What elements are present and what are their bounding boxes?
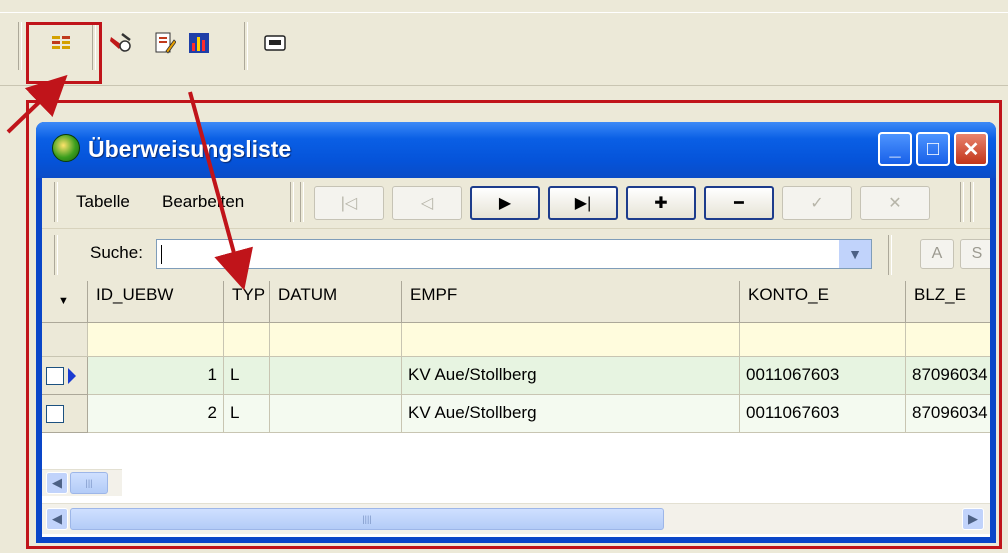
search-bar: Suche: ▼ A S bbox=[42, 229, 990, 281]
minimize-button[interactable]: _ bbox=[878, 132, 912, 166]
column-header-id_uebw[interactable]: ID_UEBW bbox=[88, 281, 224, 323]
close-button[interactable]: ✕ bbox=[954, 132, 988, 166]
edit-document-icon[interactable] bbox=[152, 30, 178, 56]
filter-row-selector bbox=[42, 323, 88, 357]
grid-cell-empf[interactable]: KV Aue/Stollberg bbox=[402, 357, 740, 395]
data-grid: ▼ ID_UEBW TYP DATUM EMPF KONTO_E BLZ_E 1 L KV A… bbox=[42, 281, 990, 537]
menu-grip[interactable] bbox=[54, 182, 58, 222]
dialog-icon[interactable] bbox=[262, 30, 288, 56]
scroll-left-icon[interactable]: ◀ bbox=[46, 508, 68, 530]
search-button-s[interactable]: S bbox=[960, 239, 990, 269]
search-grip[interactable] bbox=[54, 235, 58, 275]
window-titlebar[interactable]: Überweisungsliste _ □ ✕ bbox=[36, 122, 996, 178]
row-selector[interactable] bbox=[42, 357, 88, 395]
filter-cell-empf[interactable] bbox=[402, 323, 740, 357]
tools-icon[interactable] bbox=[108, 30, 134, 56]
column-header-datum[interactable]: DATUM bbox=[270, 281, 402, 323]
toolbar-separator-line bbox=[0, 12, 1008, 13]
menu-bearbeiten[interactable]: Bearbeiten bbox=[162, 192, 244, 212]
filter-cell-konto_e[interactable] bbox=[740, 323, 906, 357]
search-button-a[interactable]: A bbox=[920, 239, 954, 269]
grid-cell-typ[interactable]: L bbox=[224, 357, 270, 395]
toolbar-separator bbox=[888, 235, 892, 275]
nav-post-button[interactable]: ✓ bbox=[782, 186, 852, 220]
window-title: Überweisungsliste bbox=[88, 136, 292, 162]
grid-cell-empf[interactable]: KV Aue/Stollberg bbox=[402, 395, 740, 433]
ueberweisungsliste-window: Überweisungsliste _ □ ✕ Tabelle Bearbeit… bbox=[36, 122, 996, 543]
column-header-konto_e[interactable]: KONTO_E bbox=[740, 281, 906, 323]
grid-cell-datum[interactable] bbox=[270, 357, 402, 395]
row-checkbox[interactable] bbox=[46, 367, 64, 385]
filter-cell-blz_e[interactable] bbox=[906, 323, 990, 357]
grid-cell-id_uebw[interactable]: 1 bbox=[88, 357, 224, 395]
filter-cell-id_uebw[interactable] bbox=[88, 323, 224, 357]
toolbar-separator bbox=[290, 182, 294, 222]
column-header-empf[interactable]: EMPF bbox=[402, 281, 740, 323]
column-menu-icon[interactable]: ▼ bbox=[42, 281, 88, 323]
grid-cell-blz_e[interactable]: 87096034 bbox=[906, 357, 990, 395]
nav-next-button[interactable]: ▶ bbox=[470, 186, 540, 220]
maximize-button[interactable]: □ bbox=[916, 132, 950, 166]
menu-navigator-bar: Tabelle Bearbeiten |◁ ◁ ▶ ▶| ✚ ━ ✓ ✕ bbox=[42, 178, 990, 229]
column-header-blz_e[interactable]: BLZ_E bbox=[906, 281, 990, 323]
filter-cell-datum[interactable] bbox=[270, 323, 402, 357]
toolbar-separator bbox=[960, 182, 964, 222]
search-label: Suche: bbox=[90, 243, 143, 262]
menu-tabelle[interactable]: Tabelle bbox=[76, 192, 130, 212]
row-selector[interactable] bbox=[42, 395, 88, 433]
scroll-right-icon[interactable]: ▶ bbox=[962, 508, 984, 530]
nav-last-button[interactable]: ▶| bbox=[548, 186, 618, 220]
app-icon bbox=[52, 134, 80, 162]
app-toolbar bbox=[0, 0, 1008, 86]
scroll-thumb[interactable]: ||| bbox=[70, 472, 108, 494]
nav-delete-button[interactable]: ━ bbox=[704, 186, 774, 220]
window-client: Tabelle Bearbeiten |◁ ◁ ▶ ▶| ✚ ━ ✓ ✕ Suche: ▼ A… bbox=[42, 178, 990, 537]
nav-first-button[interactable]: |◁ bbox=[314, 186, 384, 220]
search-input[interactable] bbox=[156, 239, 872, 269]
nav-prior-button[interactable]: ◁ bbox=[392, 186, 462, 220]
current-row-indicator-icon bbox=[68, 368, 76, 384]
chevron-down-icon[interactable]: ▼ bbox=[838, 240, 871, 268]
column-header-typ[interactable]: TYP bbox=[224, 281, 270, 323]
inner-scrollbar[interactable]: ◀ ||| bbox=[42, 469, 122, 496]
nav-insert-button[interactable]: ✚ bbox=[626, 186, 696, 220]
scroll-left-icon[interactable]: ◀ bbox=[46, 472, 68, 494]
highlight-box bbox=[26, 22, 102, 84]
nav-cancel-button[interactable]: ✕ bbox=[860, 186, 930, 220]
toolbar-grip[interactable] bbox=[970, 182, 974, 222]
grid-cell-konto_e[interactable]: 0011067603 bbox=[740, 395, 906, 433]
chart-icon[interactable] bbox=[186, 30, 212, 56]
grid-cell-blz_e[interactable]: 87096034 bbox=[906, 395, 990, 433]
scroll-thumb[interactable]: |||| bbox=[70, 508, 664, 530]
filter-cell-typ[interactable] bbox=[224, 323, 270, 357]
row-checkbox[interactable] bbox=[46, 405, 64, 423]
toolbar-grip[interactable] bbox=[18, 22, 22, 70]
horizontal-scrollbar[interactable]: ◀ |||| ▶ bbox=[42, 503, 990, 534]
grid-cell-id_uebw[interactable]: 2 bbox=[88, 395, 224, 433]
navigator-grip[interactable] bbox=[300, 182, 304, 222]
grid-cell-konto_e[interactable]: 0011067603 bbox=[740, 357, 906, 395]
grid-cell-datum[interactable] bbox=[270, 395, 402, 433]
toolbar-separator bbox=[244, 22, 248, 70]
grid-cell-typ[interactable]: L bbox=[224, 395, 270, 433]
text-caret bbox=[161, 245, 162, 264]
